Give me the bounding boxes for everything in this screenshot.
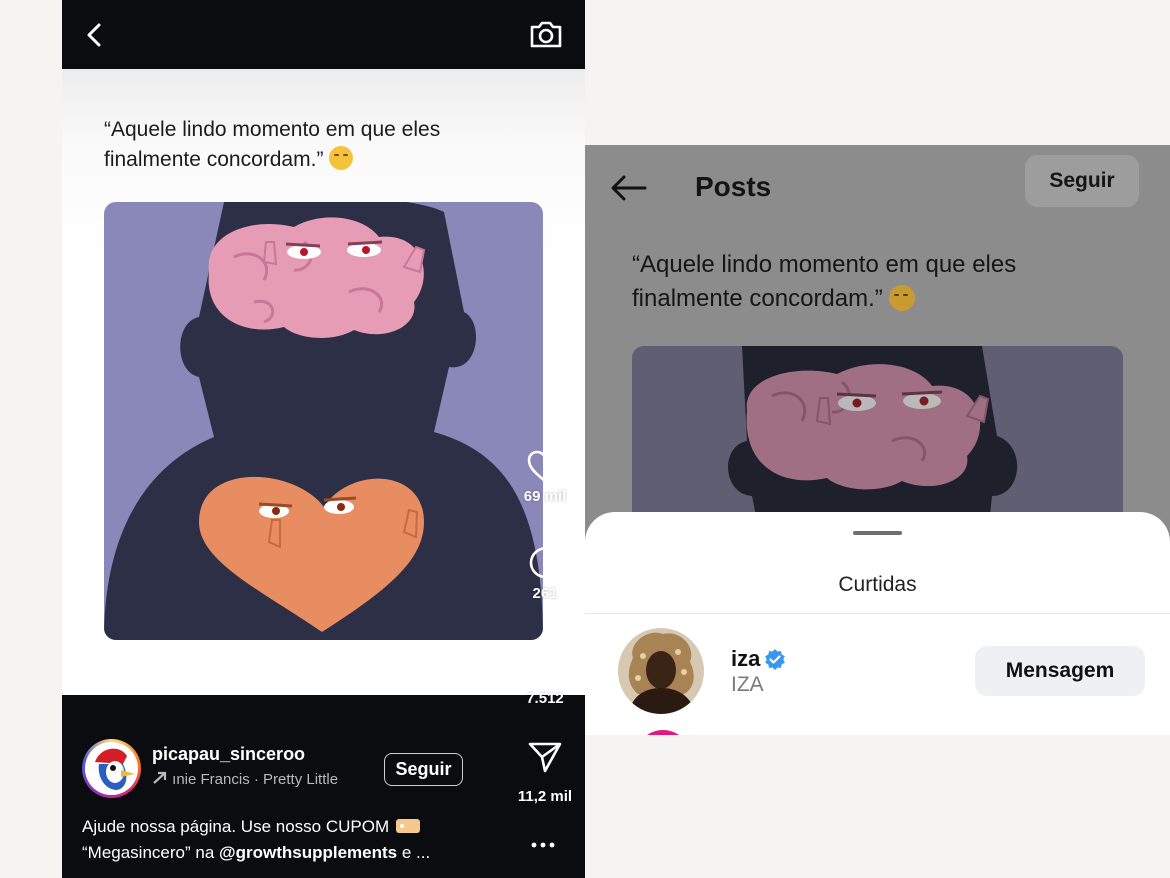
reel-caption[interactable]: Ajude nossa página. Use nosso CUPOM “Meg… [82, 814, 477, 866]
user-username[interactable]: iza [731, 646, 760, 672]
message-button[interactable]: Mensagem [975, 646, 1145, 696]
reel-quote: “Aquele lindo momento em que eles finalm… [104, 115, 524, 175]
reel-username[interactable]: picapau_sinceroo [152, 744, 305, 765]
comment-icon[interactable] [527, 545, 563, 581]
like-count: 69 mil [523, 488, 567, 505]
likes-screen: Posts Seguir “Aquele lindo momento em qu… [585, 145, 1170, 735]
comparison-stage: “Aquele lindo momento em que eles finalm… [0, 0, 1170, 878]
coupon-tag-icon [395, 819, 420, 833]
verified-badge-icon [765, 649, 785, 670]
relieved-emoji-icon [329, 146, 354, 170]
arrow-up-right-icon [153, 771, 167, 784]
share-count: 11,2 mil [517, 788, 573, 805]
reel-follow-button[interactable]: Seguir [384, 753, 463, 786]
comment-count: 261 [532, 585, 558, 602]
more-icon[interactable] [528, 833, 558, 857]
caption-line2-post: e ... [397, 843, 431, 862]
reel-quote-line2: finalmente concordam.” [104, 148, 324, 171]
next-user-avatar[interactable] [635, 730, 691, 735]
user-full-name: IZA [731, 673, 764, 696]
follow-button[interactable]: Seguir [1025, 155, 1139, 207]
woodpecker-avatar-image [85, 742, 138, 795]
sheet-drag-handle[interactable] [853, 531, 902, 535]
caption-mention[interactable]: @growthsupplements [219, 843, 397, 862]
reel-music-info[interactable]: ınie Francis · Pretty Little [152, 771, 367, 788]
posts-header: Posts Seguir [585, 145, 1170, 235]
post-quote-line2: finalmente concordam.” [632, 285, 883, 312]
page-title: Posts [695, 171, 772, 202]
reel-author-avatar[interactable] [82, 739, 141, 798]
send-icon[interactable] [527, 740, 563, 774]
post-quote-line1: “Aquele lindo momento em que eles [632, 251, 1017, 278]
repost-action[interactable]: 7.512 [510, 640, 580, 707]
reel-quote-line1: “Aquele lindo momento em que eles [104, 118, 441, 141]
divider [585, 613, 1170, 614]
repost-icon[interactable] [527, 640, 563, 678]
reel-top-bar [62, 0, 585, 69]
comment-action[interactable]: 261 [510, 545, 580, 602]
back-icon[interactable] [80, 18, 110, 52]
share-action[interactable]: 11,2 mil [510, 740, 580, 805]
sheet-title: Curtidas [838, 573, 917, 596]
back-arrow-icon[interactable] [609, 173, 649, 203]
reel-music-text: ınie Francis · Pretty Little [172, 771, 339, 788]
post-quote: “Aquele lindo momento em que eles finalm… [632, 248, 1092, 316]
reel-content[interactable]: “Aquele lindo momento em que eles finalm… [62, 69, 585, 695]
user-avatar[interactable] [618, 628, 704, 714]
caption-line2-pre: “Megasincero” na [82, 843, 220, 862]
camera-icon[interactable] [528, 16, 564, 52]
relieved-emoji-icon [889, 285, 916, 311]
likes-bottom-sheet: Curtidas iza IZA Mensagem [585, 512, 1170, 735]
repost-count: 7.512 [526, 690, 564, 707]
heart-icon[interactable] [526, 450, 564, 484]
brain-heart-illustration [104, 202, 543, 640]
caption-line1: Ajude nossa página. Use nosso CUPOM [82, 817, 390, 836]
reel-screen: “Aquele lindo momento em que eles finalm… [62, 0, 585, 878]
like-action[interactable]: 69 mil [510, 450, 580, 505]
